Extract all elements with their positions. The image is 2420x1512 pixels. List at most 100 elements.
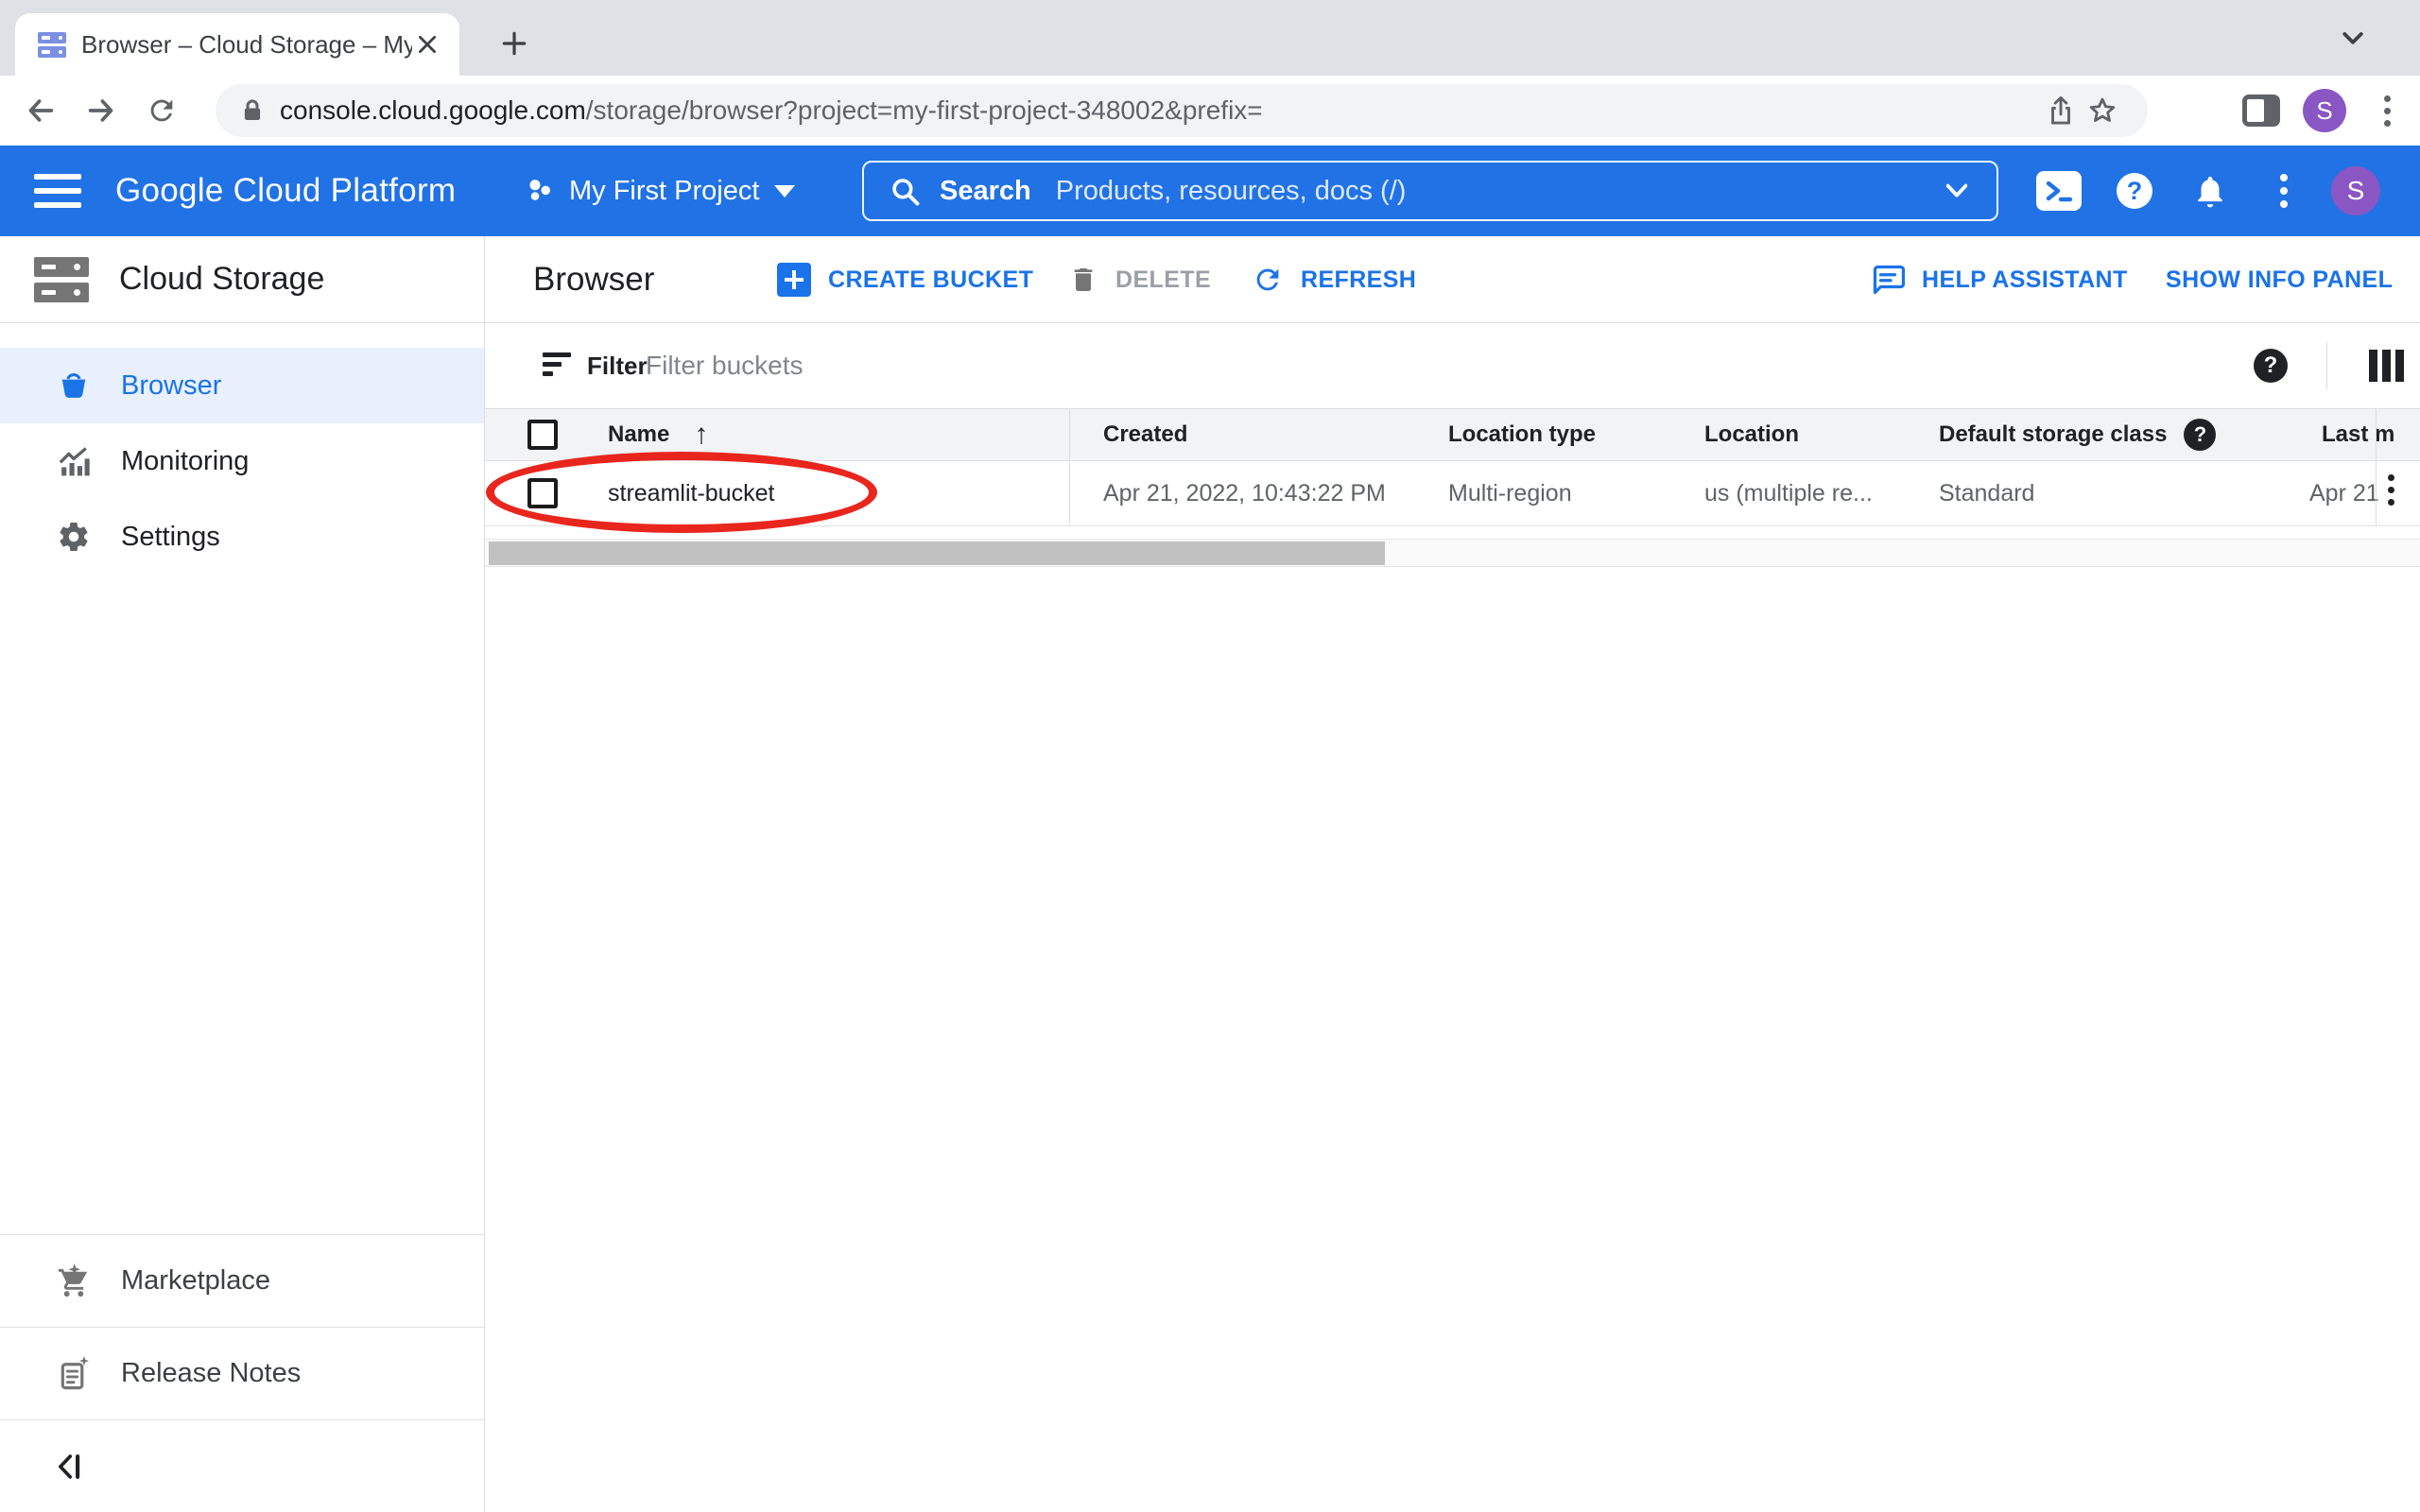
column-header-created[interactable]: Created [1103, 409, 1187, 460]
hamburger-menu-icon[interactable] [34, 171, 87, 211]
bucket-created: Apr 21, 2022, 10:43:22 PM [1103, 461, 1386, 525]
filter-icon [543, 352, 573, 376]
tab-close-icon[interactable] [412, 29, 442, 60]
notifications-bell-icon[interactable] [2180, 146, 2240, 236]
url-domain: console.cloud.google.com [280, 95, 586, 125]
browser-menu-kebab-icon[interactable] [2369, 93, 2405, 129]
collapse-sidebar-icon[interactable] [53, 1451, 85, 1483]
refresh-button[interactable]: REFRESH [1252, 236, 1416, 323]
select-all-checkbox[interactable] [527, 420, 558, 450]
url-text: console.cloud.google.com/storage/browser… [280, 95, 2040, 126]
storage-class-help-icon[interactable]: ? [2184, 419, 2216, 451]
name-column-divider [1069, 408, 1070, 526]
browser-profile-avatar[interactable]: S [2303, 89, 2346, 132]
sidebar-item-label: Settings [121, 522, 220, 553]
help-icon[interactable]: ? [2104, 146, 2165, 236]
gear-icon [53, 520, 95, 554]
global-search-bar[interactable]: Search Products, resources, docs (/) [862, 161, 1998, 221]
action-toolbar: Browser CREATE BUCKET DELETE REFRESH HEL… [485, 236, 2420, 323]
chat-bubble-icon [1871, 263, 1905, 297]
reload-button[interactable] [144, 93, 180, 129]
sidebar-item-release-notes[interactable]: Release Notes [0, 1327, 484, 1419]
horizontal-scrollbar-thumb[interactable] [489, 541, 1385, 565]
column-header-location[interactable]: Location [1704, 409, 1799, 460]
bucket-table-row[interactable]: streamlit-bucket Apr 21, 2022, 10:43:22 … [485, 461, 2420, 526]
sidebar-nav: Browser Monitoring Settings [0, 323, 484, 575]
filter-buckets-input[interactable] [646, 340, 2158, 391]
back-button[interactable] [23, 93, 59, 129]
cloud-storage-sidebar: Cloud Storage Browser Monitoring Setting… [0, 236, 485, 1512]
column-settings-icon[interactable] [2369, 350, 2404, 382]
row-checkbox[interactable] [527, 478, 558, 508]
trash-icon [1068, 264, 1098, 296]
search-placeholder: Products, resources, docs (/) [1056, 176, 1942, 207]
row-actions-kebab-icon[interactable] [2388, 474, 2394, 506]
column-header-last-modified[interactable]: Last m [2322, 409, 2394, 460]
bucket-name-link[interactable]: streamlit-bucket [608, 461, 774, 525]
horizontal-scrollbar-track[interactable] [485, 539, 2420, 567]
sidebar-item-label: Marketplace [121, 1265, 270, 1297]
sidebar-item-label: Monitoring [121, 446, 249, 477]
bookmark-star-icon[interactable] [2082, 90, 2123, 131]
sidebar-item-settings[interactable]: Settings [0, 499, 484, 575]
search-icon [889, 175, 921, 207]
lock-icon [238, 96, 267, 125]
column-header-storage-class[interactable]: Default storage class ? [1939, 409, 2216, 460]
bucket-location: us (multiple re... [1704, 461, 1873, 525]
search-label: Search [940, 176, 1031, 207]
sidebar-footer: Marketplace Release Notes [0, 1234, 484, 1512]
cart-icon [53, 1263, 95, 1299]
browser-toolbar: console.cloud.google.com/storage/browser… [0, 76, 2420, 146]
filter-divider [2326, 342, 2327, 389]
bucket-last-modified: Apr 21 [2309, 461, 2379, 525]
sidebar-collapse-row [0, 1419, 484, 1512]
bucket-location-type: Multi-region [1448, 461, 1572, 525]
plus-box-icon [777, 263, 811, 297]
product-header: Cloud Storage [0, 236, 484, 323]
side-panel-icon[interactable] [2242, 94, 2280, 127]
sidebar-item-browser[interactable]: Browser [0, 348, 484, 423]
filter-label: Filter [587, 323, 648, 408]
filter-bar: Filter ? [485, 323, 2420, 408]
tab-search-chevron-icon[interactable] [2339, 26, 2367, 51]
project-icon [526, 177, 554, 205]
search-expand-chevron-icon[interactable] [1942, 180, 1972, 202]
sort-ascending-icon[interactable]: ↑ [694, 419, 708, 451]
forward-button[interactable] [83, 93, 119, 129]
cloud-shell-icon[interactable] [2029, 146, 2089, 236]
create-bucket-button[interactable]: CREATE BUCKET [777, 236, 1033, 323]
filter-help-icon[interactable]: ? [2254, 349, 2288, 383]
column-header-name[interactable]: Name ↑ [608, 409, 708, 460]
tab-title: Browser – Cloud Storage – My Fi [81, 30, 412, 60]
sidebar-item-label: Release Notes [121, 1358, 301, 1389]
delete-button[interactable]: DELETE [1068, 236, 1211, 323]
main-content: Browser CREATE BUCKET DELETE REFRESH HEL… [485, 236, 2420, 1512]
project-name: My First Project [569, 176, 759, 207]
cloud-storage-favicon-icon [38, 30, 66, 59]
browser-tab[interactable]: Browser – Cloud Storage – My Fi [15, 13, 459, 76]
help-assistant-button[interactable]: HELP ASSISTANT [1871, 236, 2128, 323]
release-notes-icon [53, 1356, 95, 1392]
sidebar-item-label: Browser [121, 370, 221, 402]
header-kebab-icon[interactable] [2254, 146, 2314, 236]
bucket-storage-class: Standard [1939, 461, 2034, 525]
project-chevron-icon [774, 185, 795, 198]
share-icon[interactable] [2040, 90, 2082, 131]
table-header-row: Name ↑ Created Location type Location De… [485, 408, 2420, 461]
monitoring-icon [53, 444, 95, 478]
gcp-account-avatar[interactable]: S [2325, 146, 2386, 236]
url-path: /storage/browser?project=my-first-projec… [586, 95, 1263, 125]
cloud-storage-product-icon [34, 256, 89, 303]
bucket-icon [53, 369, 95, 403]
project-selector[interactable]: My First Project [526, 146, 795, 236]
sidebar-item-monitoring[interactable]: Monitoring [0, 423, 484, 499]
column-header-location-type[interactable]: Location type [1448, 409, 1596, 460]
show-info-panel-button[interactable]: SHOW INFO PANEL [2166, 236, 2393, 323]
product-title: Cloud Storage [119, 261, 324, 298]
url-bar[interactable]: console.cloud.google.com/storage/browser… [216, 84, 2148, 137]
new-tab-button[interactable] [497, 26, 531, 60]
actions-column-divider [2376, 408, 2377, 526]
sidebar-item-marketplace[interactable]: Marketplace [0, 1234, 484, 1327]
gcp-logo[interactable]: Google Cloud Platform [115, 146, 456, 236]
gcp-header: Google Cloud Platform My First Project S… [0, 146, 2420, 236]
